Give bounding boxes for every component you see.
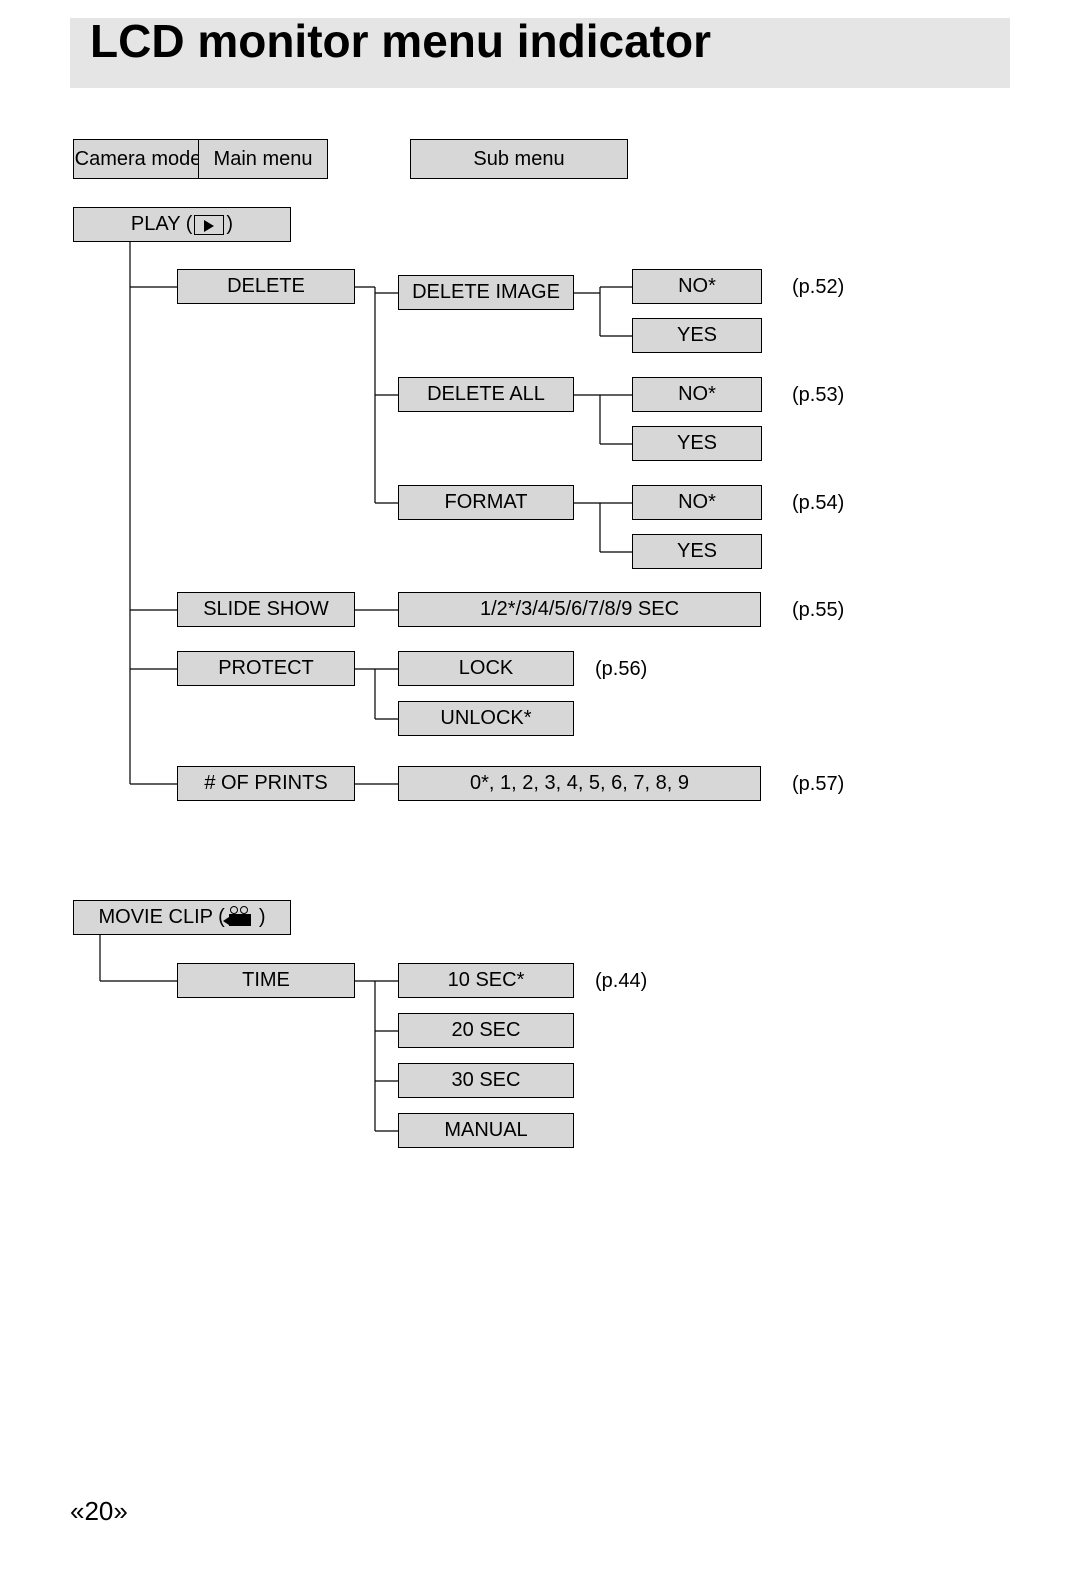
- menu-delete: DELETE: [177, 269, 355, 304]
- menu-time: TIME: [177, 963, 355, 998]
- menu-delete-image: DELETE IMAGE: [398, 275, 574, 310]
- opt-slide-show-value: 1/2*/3/4/5/6/7/8/9 SEC: [398, 592, 761, 627]
- menu-slide-show: SLIDE SHOW: [177, 592, 355, 627]
- opt-delete-image-yes: YES: [632, 318, 762, 353]
- menu-format: FORMAT: [398, 485, 574, 520]
- opt-time-1: 20 SEC: [398, 1013, 574, 1048]
- opt-protect-unlock: UNLOCK*: [398, 701, 574, 736]
- page-ref-delete-image: (p.52): [792, 276, 844, 299]
- page-ref-delete-all: (p.53): [792, 384, 844, 407]
- menu-protect: PROTECT: [177, 651, 355, 686]
- play-mode: PLAY ( ): [73, 207, 291, 242]
- movie-clip-mode: MOVIE CLIP ( ): [73, 900, 291, 935]
- opt-time-3: MANUAL: [398, 1113, 574, 1148]
- opt-format-no: NO*: [632, 485, 762, 520]
- opt-prints-value: 0*, 1, 2, 3, 4, 5, 6, 7, 8, 9: [398, 766, 761, 801]
- page-ref-format: (p.54): [792, 492, 844, 515]
- page-ref-protect: (p.56): [595, 658, 647, 681]
- page-ref-slide-show: (p.55): [792, 599, 844, 622]
- page: LCD monitor menu indicator Camera mode M…: [0, 0, 1080, 1577]
- opt-delete-image-no: NO*: [632, 269, 762, 304]
- opt-time-0: 10 SEC*: [398, 963, 574, 998]
- play-icon: [194, 215, 224, 235]
- play-label-post: ): [226, 213, 233, 236]
- opt-format-yes: YES: [632, 534, 762, 569]
- play-label-pre: PLAY (: [131, 213, 193, 236]
- movie-clip-icon: [227, 908, 257, 928]
- col-main-menu: Main menu: [198, 139, 328, 179]
- opt-protect-lock: LOCK: [398, 651, 574, 686]
- opt-delete-all-yes: YES: [632, 426, 762, 461]
- movie-clip-label-pre: MOVIE CLIP (: [99, 906, 225, 929]
- page-title: LCD monitor menu indicator: [90, 14, 711, 68]
- col-camera-mode: Camera mode: [73, 139, 203, 179]
- page-ref-time: (p.44): [595, 970, 647, 993]
- opt-time-2: 30 SEC: [398, 1063, 574, 1098]
- menu-delete-all: DELETE ALL: [398, 377, 574, 412]
- menu-prints: # OF PRINTS: [177, 766, 355, 801]
- page-ref-prints: (p.57): [792, 773, 844, 796]
- opt-delete-all-no: NO*: [632, 377, 762, 412]
- movie-clip-label-post: ): [259, 906, 266, 929]
- col-sub-menu: Sub menu: [410, 139, 628, 179]
- page-number: 20: [70, 1496, 128, 1527]
